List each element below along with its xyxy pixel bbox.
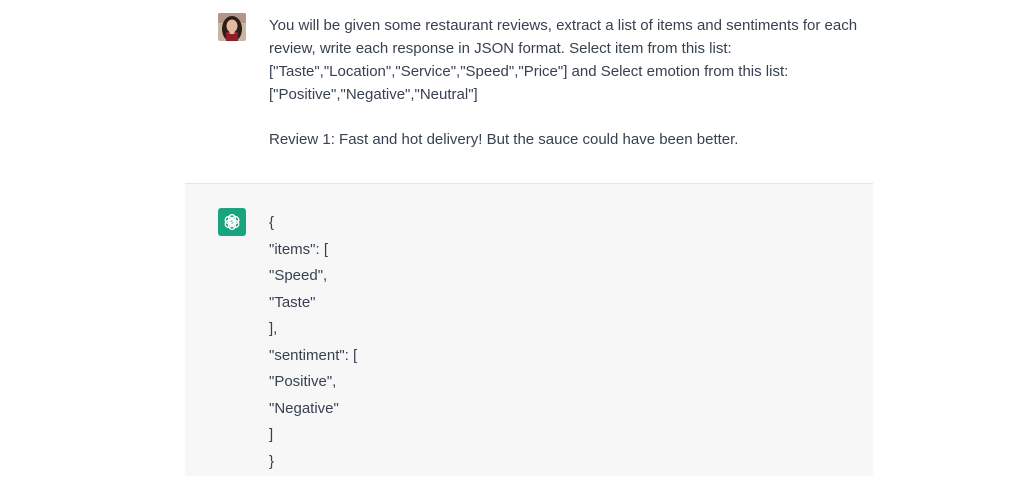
assistant-avatar [218, 208, 246, 236]
response-line: { [269, 214, 275, 231]
assistant-json-response: { "items": [ "Speed", "Taste" ], "sentim… [269, 210, 357, 475]
response-line: ] [269, 426, 274, 443]
response-line: "Negative" [269, 399, 339, 417]
user-avatar [218, 13, 246, 41]
prompt-line-3: ["Taste","Location","Service","Speed","P… [269, 63, 789, 80]
assistant-message: { "items": [ "Speed", "Taste" ], "sentim… [185, 183, 873, 476]
response-line: "sentiment": [ [269, 346, 358, 364]
openai-logo-icon [224, 214, 240, 230]
user-photo-icon [218, 13, 246, 41]
response-line: "items": [ [269, 240, 328, 258]
response-line: ], [269, 320, 278, 337]
user-message: You will be given some restaurant review… [185, 0, 873, 183]
prompt-line-2: review, write each response in JSON form… [269, 40, 732, 57]
user-message-text: You will be given some restaurant review… [269, 14, 869, 151]
chat-conversation: You will be given some restaurant review… [0, 0, 1024, 486]
response-line: } [269, 452, 275, 470]
review-line: Review 1: Fast and hot delivery! But the… [269, 131, 739, 148]
prompt-line-4: ["Positive","Negative","Neutral"] [269, 86, 478, 103]
prompt-line-1: You will be given some restaurant review… [269, 17, 858, 34]
response-line: "Taste" [269, 293, 316, 311]
response-line: "Positive", [269, 373, 337, 390]
response-line: "Speed", [269, 267, 328, 284]
